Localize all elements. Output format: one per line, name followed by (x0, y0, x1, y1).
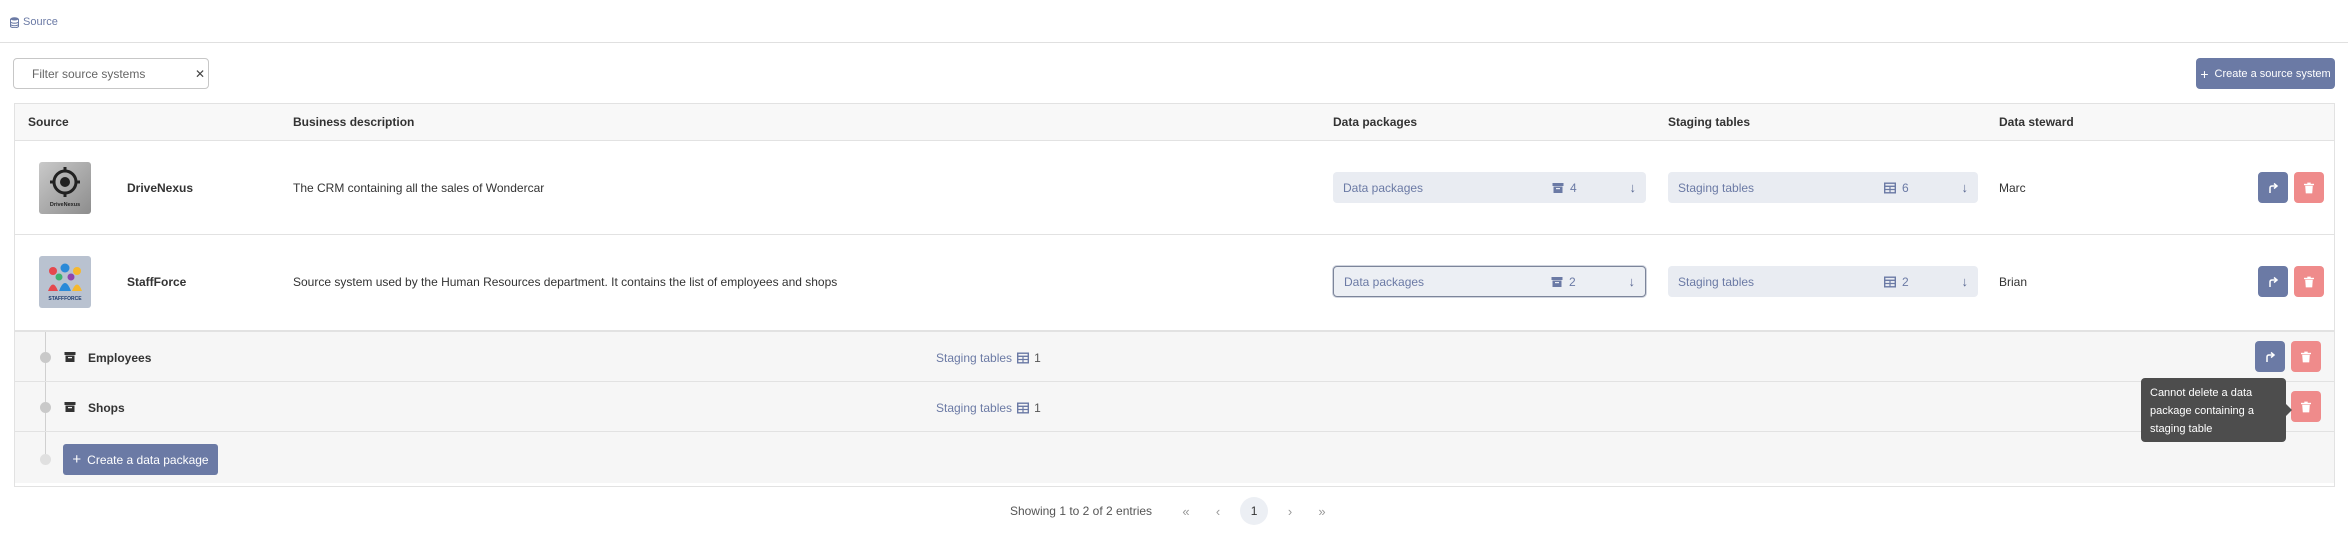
current-page[interactable]: 1 (1240, 497, 1269, 525)
data-packages-panel: Employees Staging tables 1 Shops Staging… (15, 330, 2334, 483)
export-button[interactable] (2258, 266, 2288, 297)
header-divider (0, 42, 2348, 43)
delete-disabled-tooltip: Cannot delete a data package containing … (2141, 378, 2292, 442)
tree-node-dot (40, 352, 51, 363)
table-header: Source Business description Data package… (15, 104, 2334, 141)
data-package-name[interactable]: Employees (88, 351, 151, 365)
people-logo-icon: STAFFFORCE (48, 263, 82, 302)
export-icon (2269, 182, 2279, 193)
create-source-system-label: Create a source system (2214, 67, 2331, 80)
table-icon (1017, 352, 1030, 364)
breadcrumb[interactable]: Source (10, 10, 58, 34)
staging-tables-label: Staging tables (1678, 274, 1755, 289)
pagination: Showing 1 to 2 of 2 entries « ‹ 1 › » (0, 497, 2348, 525)
business-description: Source system used by the Human Resource… (293, 275, 838, 289)
arrow-down-icon: ↓ (1961, 274, 1969, 289)
create-data-package-label: Create a data package (87, 452, 209, 467)
trash-icon (2304, 182, 2314, 193)
data-package-row[interactable]: Shops Staging tables 1 (15, 382, 2334, 432)
archive-icon (64, 352, 76, 362)
plus-icon: + (72, 451, 82, 468)
drivenexus-logo: DriveNexus (39, 162, 91, 214)
header-source[interactable]: Source (28, 115, 69, 129)
staffforce-logo: STAFFFORCE (39, 256, 91, 308)
source-systems-table: Source Business description Data package… (14, 103, 2335, 487)
table-icon (1884, 182, 1896, 194)
staging-tables-label: Staging tables (1678, 180, 1755, 195)
search-box: ✕ (13, 58, 209, 89)
arrow-down-icon: ↓ (1628, 274, 1636, 289)
svg-text:STAFFFORCE: STAFFFORCE (48, 296, 82, 302)
source-name[interactable]: StaffForce (127, 275, 186, 289)
staging-tables-link[interactable]: Staging tables 1 (936, 351, 1041, 365)
last-page-icon[interactable]: » (1306, 504, 1338, 519)
delete-button[interactable] (2294, 266, 2324, 297)
header-description[interactable]: Business description (293, 115, 414, 129)
header-data-packages[interactable]: Data packages (1333, 115, 1417, 129)
export-icon (2269, 276, 2279, 287)
delete-button[interactable] (2294, 172, 2324, 203)
source-name[interactable]: DriveNexus (127, 181, 193, 195)
export-button[interactable] (2258, 172, 2288, 203)
staging-tables-label: Staging tables (936, 351, 1013, 365)
svg-text:DriveNexus: DriveNexus (50, 202, 80, 208)
clear-search-icon[interactable]: ✕ (195, 67, 205, 81)
pagination-info: Showing 1 to 2 of 2 entries (1009, 504, 1153, 518)
header-data-steward[interactable]: Data steward (1999, 115, 2074, 129)
trash-icon (2304, 276, 2314, 287)
archive-icon (64, 402, 76, 412)
tree-node-dot (40, 454, 51, 465)
header-staging-tables[interactable]: Staging tables (1668, 115, 1750, 129)
create-data-package-button[interactable]: + Create a data package (63, 444, 218, 475)
staging-tables-link[interactable]: Staging tables 1 (936, 401, 1041, 415)
archive-icon (1551, 276, 1563, 287)
delete-button[interactable] (2291, 341, 2321, 372)
gear-logo-icon: DriveNexus (50, 167, 80, 208)
staging-tables-count: 6 (1902, 180, 1909, 195)
arrow-down-icon: ↓ (1961, 180, 1969, 195)
business-description: The CRM containing all the sales of Wond… (293, 181, 545, 195)
data-packages-count: 4 (1570, 180, 1577, 195)
export-icon (2266, 351, 2276, 362)
staging-tables-count: 2 (1902, 274, 1909, 289)
table-icon (1884, 276, 1896, 288)
staging-tables-count: 1 (1034, 351, 1041, 365)
data-packages-count: 2 (1569, 274, 1576, 289)
data-package-name[interactable]: Shops (88, 401, 125, 415)
first-page-icon[interactable]: « (1170, 504, 1202, 519)
tree-node-dot (40, 402, 51, 413)
next-page-icon[interactable]: › (1274, 504, 1306, 519)
data-packages-toggle[interactable]: Data packages 4 ↓ (1333, 172, 1646, 203)
data-packages-label: Data packages (1343, 180, 1424, 195)
table-row[interactable]: DriveNexus DriveNexus The CRM containing… (15, 141, 2334, 235)
previous-page-icon[interactable]: ‹ (1202, 504, 1234, 519)
arrow-down-icon: ↓ (1629, 180, 1637, 195)
create-source-system-button[interactable]: + Create a source system (2196, 58, 2335, 89)
plus-icon: + (2200, 65, 2209, 82)
export-button[interactable] (2255, 341, 2285, 372)
data-packages-toggle[interactable]: Data packages 2 ↓ (1333, 266, 1646, 297)
database-icon (10, 16, 19, 28)
data-packages-label: Data packages (1344, 274, 1425, 289)
staging-tables-toggle[interactable]: Staging tables 2 ↓ (1668, 266, 1978, 297)
data-steward: Brian (1999, 275, 2028, 289)
delete-button[interactable] (2291, 391, 2321, 422)
data-package-row[interactable]: Employees Staging tables 1 (15, 332, 2334, 382)
archive-icon (1552, 182, 1564, 193)
table-icon (1017, 402, 1030, 414)
staging-tables-count: 1 (1034, 401, 1041, 415)
breadcrumb-source[interactable]: Source (23, 16, 58, 28)
data-steward: Marc (1999, 181, 2026, 195)
staging-tables-toggle[interactable]: Staging tables 6 ↓ (1668, 172, 1978, 203)
staging-tables-label: Staging tables (936, 401, 1013, 415)
table-row[interactable]: STAFFFORCE StaffForce Source system used… (15, 235, 2334, 329)
trash-icon (2301, 401, 2311, 412)
search-input[interactable] (32, 66, 187, 81)
trash-icon (2301, 351, 2311, 362)
